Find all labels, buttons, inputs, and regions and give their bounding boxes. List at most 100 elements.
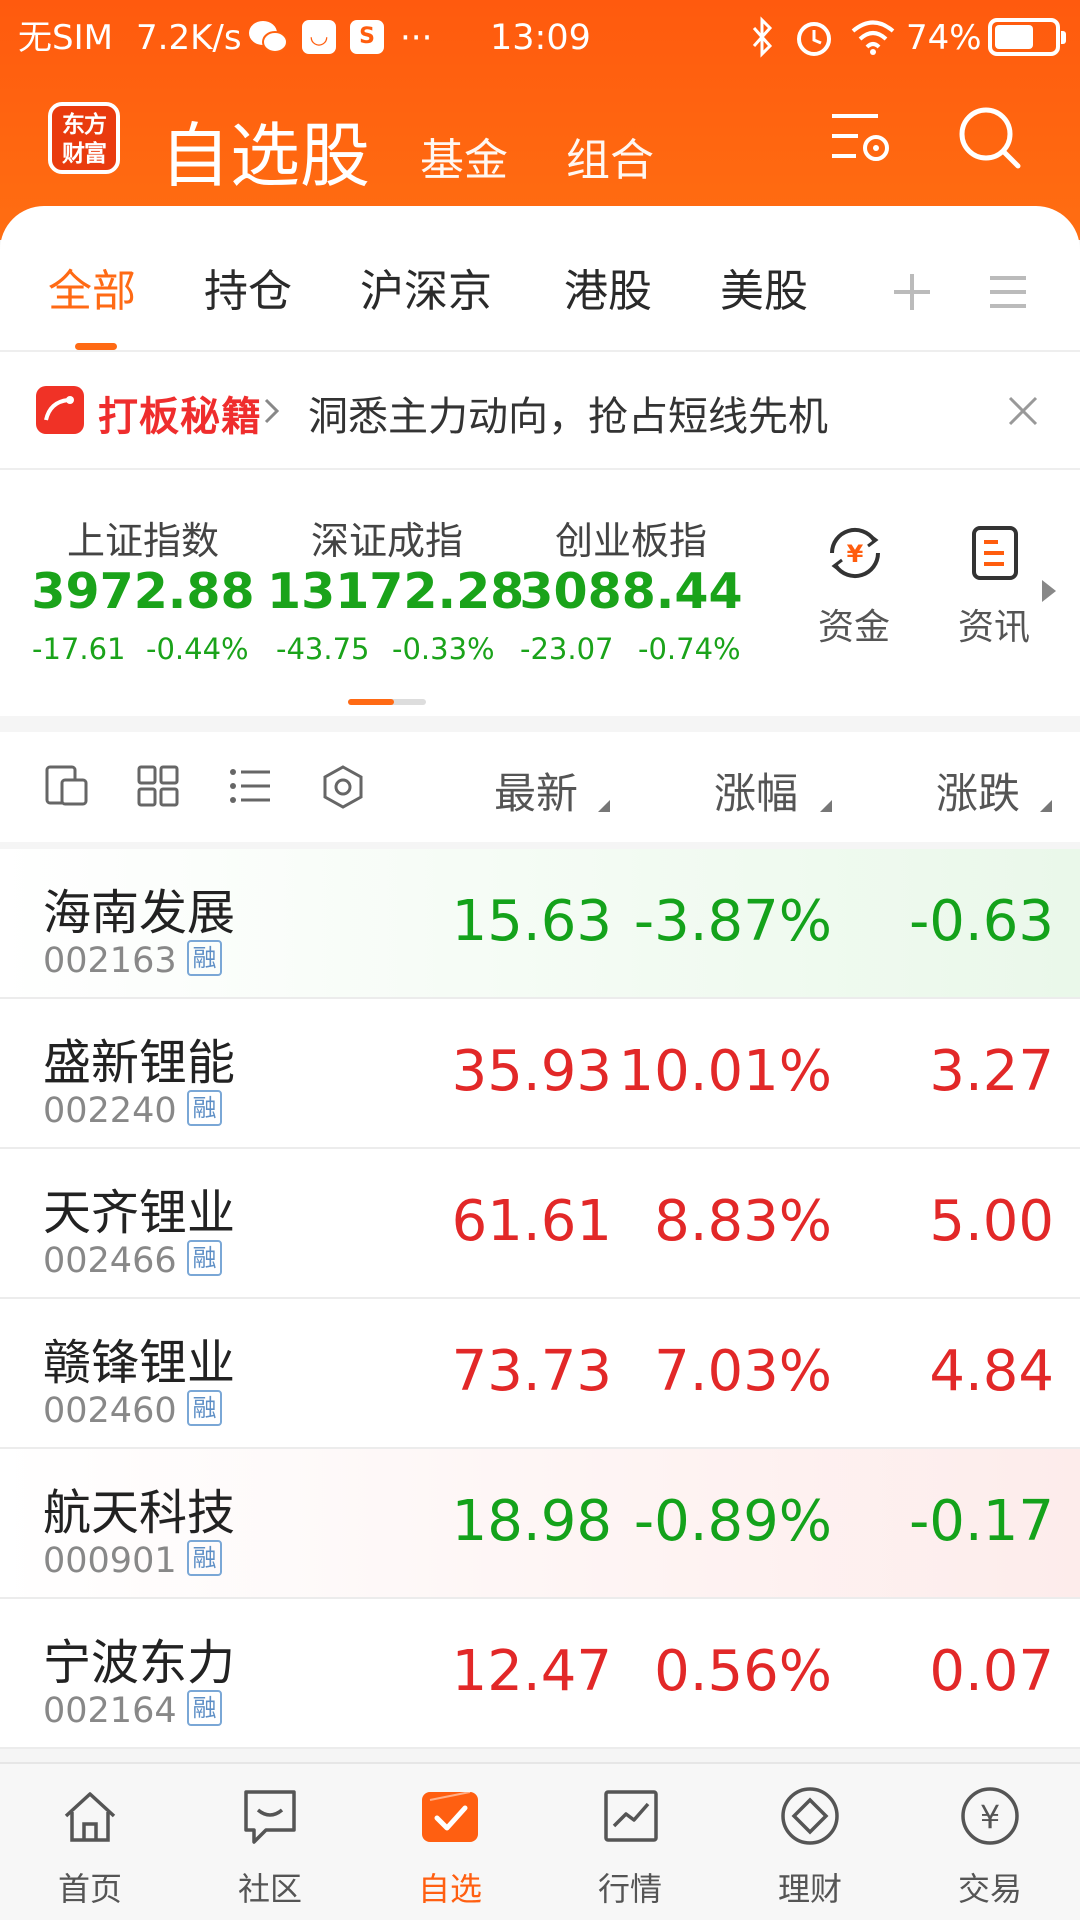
nav-label: 首页: [57, 1870, 122, 1908]
chat-bubble-icon: [244, 1790, 296, 1844]
mail-icon: ◡: [302, 20, 336, 54]
index-value: 13172.28: [267, 563, 525, 620]
funds-label: 资金: [818, 607, 891, 648]
margin-tag: 融: [187, 940, 222, 976]
stock-change: 4.84: [929, 1339, 1054, 1404]
margin-tag: 融: [187, 1240, 222, 1276]
stock-name: 盛新锂能: [43, 1035, 236, 1091]
index-value: 3972.88: [31, 563, 255, 620]
margin-tag: 融: [187, 1090, 222, 1126]
nav-label: 交易: [957, 1870, 1022, 1908]
stock-latest: 18.98: [451, 1489, 612, 1554]
yuan-coin-icon: ¥: [961, 1787, 1019, 1845]
wechat-icon: [249, 21, 288, 53]
svg-text:¥: ¥: [847, 540, 864, 568]
sort-change-pct[interactable]: 涨幅: [714, 760, 798, 821]
stock-code: 002466: [43, 1241, 177, 1281]
alarm-icon: [797, 22, 831, 56]
stock-row[interactable]: 天齐锂业 002466 融 61.61 8.83% 5.00: [0, 1149, 1080, 1299]
nav-community[interactable]: 社区: [180, 1762, 360, 1920]
grid-view-icon[interactable]: [136, 764, 182, 808]
stock-row[interactable]: 海南发展 002163 融 15.63 -3.87% -0.63: [0, 849, 1080, 999]
nav-label: 理财: [777, 1870, 842, 1908]
more-notifications: ···: [400, 18, 433, 58]
nav-watchlist[interactable]: 自选: [360, 1762, 540, 1920]
nav-trade[interactable]: ¥ 交易: [900, 1762, 1080, 1920]
stock-change-pct: -0.89%: [633, 1489, 832, 1554]
banner-text[interactable]: 洞悉主力动向，抢占短线先机: [308, 384, 828, 442]
nav-home[interactable]: 首页: [0, 1762, 180, 1920]
page-title[interactable]: 自选股: [160, 100, 370, 201]
index-name: 深证成指: [310, 519, 463, 563]
tab-all[interactable]: 全部: [48, 262, 136, 322]
app-header: 无SIM 7.2K/s ◡ S ··· 13:09 74% 东方 财富 自选股 …: [0, 0, 1080, 240]
stock-code: 002164: [43, 1691, 177, 1731]
index-value: 3088.44: [519, 563, 743, 620]
bluetooth-icon: [752, 16, 773, 58]
carrier-text: 无SIM: [18, 18, 113, 58]
sort-caret-icon: [1040, 800, 1052, 812]
stock-change: 3.27: [929, 1039, 1054, 1104]
funds-flow-icon: ¥: [829, 527, 881, 579]
wifi-icon: [851, 20, 895, 55]
stock-code: 002460: [43, 1391, 177, 1431]
svg-text:¥: ¥: [980, 1798, 1000, 1836]
settings-nut-icon[interactable]: [320, 764, 366, 810]
stock-name: 天齐锂业: [43, 1185, 236, 1241]
tab-hk-stocks[interactable]: 港股: [564, 262, 652, 322]
stock-name: 宁波东力: [43, 1635, 236, 1691]
tab-portfolio[interactable]: 组合: [566, 124, 654, 188]
news-label: 资讯: [958, 607, 1031, 648]
scroll-right-arrow-icon[interactable]: [1040, 578, 1058, 604]
sort-caret-icon: [598, 800, 610, 812]
diamond-icon: [781, 1787, 839, 1845]
tab-us-stocks[interactable]: 美股: [720, 262, 808, 322]
stock-change-pct: 0.56%: [654, 1639, 832, 1704]
list-view-icon[interactable]: [228, 766, 274, 806]
chevron-right-icon: [264, 398, 280, 424]
stock-row[interactable]: 盛新锂能 002240 融 35.93 10.01% 3.27: [0, 999, 1080, 1149]
tab-a-shares[interactable]: 沪深京: [360, 262, 492, 322]
eastmoney-logo[interactable]: 东方 财富: [48, 102, 120, 174]
stock-row[interactable]: 赣锋锂业 002460 融 73.73 7.03% 4.84: [0, 1299, 1080, 1449]
network-speed: 7.2K/s: [136, 18, 242, 58]
stock-code: 000901: [43, 1541, 177, 1581]
stock-row[interactable]: 航天科技 000901 融 18.98 -0.89% -0.17: [0, 1449, 1080, 1599]
search-icon[interactable]: [956, 104, 1026, 174]
stock-change-pct: 7.03%: [654, 1339, 832, 1404]
compare-view-icon[interactable]: [44, 764, 90, 808]
margin-tag: 融: [187, 1690, 222, 1726]
logo-line1: 东方: [62, 112, 107, 138]
add-tab-icon[interactable]: [890, 270, 934, 314]
margin-tag: 融: [187, 1540, 222, 1576]
line-chart-icon: [604, 1790, 658, 1842]
stock-name: 航天科技: [43, 1485, 236, 1541]
stock-change-pct: 10.01%: [618, 1039, 832, 1104]
stock-change: 0.07: [929, 1639, 1054, 1704]
close-banner-icon[interactable]: [1006, 394, 1040, 428]
watchlist-settings-icon[interactable]: [828, 108, 894, 166]
tab-menu-icon[interactable]: [988, 272, 1028, 312]
sort-latest[interactable]: 最新: [494, 760, 578, 821]
nav-label: 社区: [237, 1870, 302, 1908]
index-name: 上证指数: [66, 519, 219, 563]
stock-change-pct: -3.87%: [633, 889, 832, 954]
divider: [0, 468, 1080, 470]
index-percent: -0.74%: [638, 632, 741, 666]
watchlist-check-icon: [422, 1791, 478, 1842]
active-tab-indicator: [75, 343, 117, 350]
news-document-icon: [972, 526, 1018, 580]
sort-change[interactable]: 涨跌: [936, 760, 1020, 821]
index-scroll-indicator: [348, 699, 426, 705]
stock-latest: 61.61: [451, 1189, 612, 1254]
stock-row[interactable]: 宁波东力 002164 融 12.47 0.56% 0.07: [0, 1599, 1080, 1749]
clock: 13:09: [490, 18, 591, 58]
tab-fund[interactable]: 基金: [420, 124, 508, 188]
banner-title[interactable]: 打板秘籍: [98, 384, 262, 442]
nav-wealth[interactable]: 理财: [720, 1762, 900, 1920]
tab-holdings[interactable]: 持仓: [204, 262, 292, 322]
nav-market[interactable]: 行情: [540, 1762, 720, 1920]
stock-code: 002240: [43, 1091, 177, 1131]
stock-change: -0.63: [909, 889, 1054, 954]
margin-tag: 融: [187, 1390, 222, 1426]
